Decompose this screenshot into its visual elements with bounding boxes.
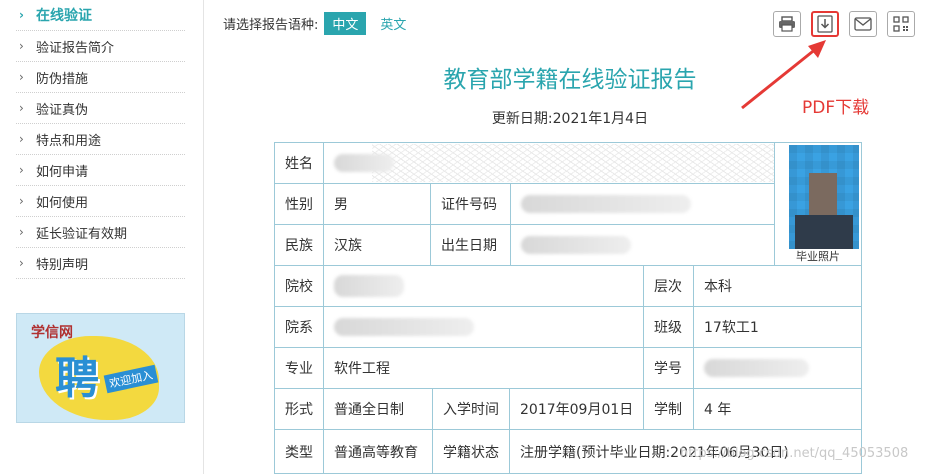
gender-value: 男 xyxy=(323,183,431,225)
language-selector: 请选择报告语种: 中文 英文 xyxy=(223,12,414,35)
redacted-name xyxy=(334,154,394,172)
redacted-birth-date xyxy=(521,236,631,254)
redacted-id-number xyxy=(521,195,691,213)
update-date-value: 2021年1月4日 xyxy=(552,111,649,127)
banner-headline: 聘 xyxy=(55,353,99,404)
sidebar: › 在线验证 › 验证报告简介 › 防伪措施 › 验证真伪 › 特点和用途 › 如何申请 ›… xyxy=(0,0,204,474)
sidebar-item-label: 防伪措施 xyxy=(36,71,89,87)
sidebar-item-how-apply[interactable]: › 如何申请 xyxy=(16,155,185,186)
sidebar-item-anti-fake[interactable]: › 防伪措施 xyxy=(16,62,185,93)
name-label: 姓名 xyxy=(274,142,324,184)
enroll-date-value: 2017年09月01日 xyxy=(509,388,644,430)
student-number-label: 学号 xyxy=(643,347,694,389)
recruit-banner[interactable]: 学信网 聘 欢迎加入 xyxy=(16,313,185,423)
chevron-right-icon: › xyxy=(19,101,24,115)
redacted-student-number xyxy=(704,359,809,377)
duration-value: 4 年 xyxy=(693,388,862,430)
redacted-school xyxy=(334,275,404,297)
sidebar-item-online-verify[interactable]: › 在线验证 xyxy=(16,0,185,31)
type-label: 类型 xyxy=(274,429,324,474)
level-value: 本科 xyxy=(693,265,862,307)
sidebar-item-how-use[interactable]: › 如何使用 xyxy=(16,186,185,217)
lang-option-chinese[interactable]: 中文 xyxy=(324,12,367,35)
id-number-value xyxy=(510,183,775,225)
pdf-download-annotation: PDF下载 xyxy=(802,98,870,118)
birth-date-value xyxy=(510,224,775,266)
sidebar-item-report-intro[interactable]: › 验证报告简介 xyxy=(16,31,185,62)
birth-date-label: 出生日期 xyxy=(430,224,511,266)
lang-option-english[interactable]: 英文 xyxy=(372,12,414,35)
qr-code-icon xyxy=(893,16,909,32)
chevron-right-icon: › xyxy=(19,256,24,270)
sidebar-nav: › 在线验证 › 验证报告简介 › 防伪措施 › 验证真伪 › 特点和用途 › 如何申请 ›… xyxy=(0,0,203,279)
major-value: 软件工程 xyxy=(323,347,644,389)
sidebar-item-label: 在线验证 xyxy=(36,8,92,24)
sidebar-item-verify-authenticity[interactable]: › 验证真伪 xyxy=(16,93,185,124)
department-label: 院系 xyxy=(274,306,324,348)
qr-code-button[interactable] xyxy=(887,11,915,37)
student-number-value xyxy=(693,347,862,389)
pdf-download-icon xyxy=(817,15,833,33)
photo-caption: 毕业照片 xyxy=(796,250,840,263)
name-value xyxy=(323,142,822,184)
duration-label: 学制 xyxy=(643,388,694,430)
print-button[interactable] xyxy=(773,11,801,37)
chevron-right-icon: › xyxy=(19,132,24,146)
printer-icon xyxy=(779,16,795,32)
level-label: 层次 xyxy=(643,265,694,307)
graduation-photo: 毕业照片 xyxy=(774,142,862,266)
chevron-right-icon: › xyxy=(19,70,24,84)
chevron-right-icon: › xyxy=(19,194,24,208)
ethnicity-value: 汉族 xyxy=(323,224,431,266)
sidebar-item-disclaimer[interactable]: › 特别声明 xyxy=(16,248,185,279)
security-pattern xyxy=(372,144,822,182)
chevron-right-icon: › xyxy=(19,8,24,22)
redacted-department xyxy=(334,318,474,336)
department-value xyxy=(323,306,644,348)
photo-image xyxy=(789,145,859,249)
sidebar-item-label: 特别声明 xyxy=(36,257,89,273)
sidebar-item-label: 如何申请 xyxy=(36,164,89,180)
mail-icon xyxy=(854,17,872,31)
sidebar-item-label: 如何使用 xyxy=(36,195,89,211)
sidebar-item-label: 延长验证有效期 xyxy=(36,226,128,242)
class-value: 17软工1 xyxy=(693,306,862,348)
school-value xyxy=(323,265,644,307)
report-table: 姓名 性别 男 证件号码 民族 汉族 出生日期 毕业照片 院校 层次 本科 院系… xyxy=(274,142,862,474)
chevron-right-icon: › xyxy=(19,225,24,239)
update-date-label: 更新日期: xyxy=(491,111,553,127)
sidebar-item-features[interactable]: › 特点和用途 xyxy=(16,124,185,155)
major-label: 专业 xyxy=(274,347,324,389)
id-number-label: 证件号码 xyxy=(430,183,511,225)
sidebar-item-extend-validity[interactable]: › 延长验证有效期 xyxy=(16,217,185,248)
report-title: 教育部学籍在线验证报告 xyxy=(443,67,697,93)
sidebar-item-label: 验证真伪 xyxy=(36,102,89,118)
form-value: 普通全日制 xyxy=(323,388,433,430)
class-label: 班级 xyxy=(643,306,694,348)
ethnicity-label: 民族 xyxy=(274,224,324,266)
email-button[interactable] xyxy=(849,11,877,37)
form-label: 形式 xyxy=(274,388,324,430)
language-prompt: 请选择报告语种: xyxy=(223,18,319,33)
pdf-download-button[interactable] xyxy=(811,11,839,37)
banner-brand: 学信网 xyxy=(31,325,73,341)
type-value: 普通高等教育 xyxy=(323,429,433,474)
sidebar-item-label: 验证报告简介 xyxy=(36,40,115,56)
chevron-right-icon: › xyxy=(19,163,24,177)
watermark: https://blog.csdn.net/qq_45053508 xyxy=(680,446,909,461)
update-date: 更新日期:2021年1月4日 xyxy=(430,108,710,128)
chevron-right-icon: › xyxy=(19,39,24,53)
gender-label: 性别 xyxy=(274,183,324,225)
sidebar-item-label: 特点和用途 xyxy=(36,133,102,149)
enroll-date-label: 入学时间 xyxy=(432,388,510,430)
school-label: 院校 xyxy=(274,265,324,307)
status-label: 学籍状态 xyxy=(432,429,510,474)
